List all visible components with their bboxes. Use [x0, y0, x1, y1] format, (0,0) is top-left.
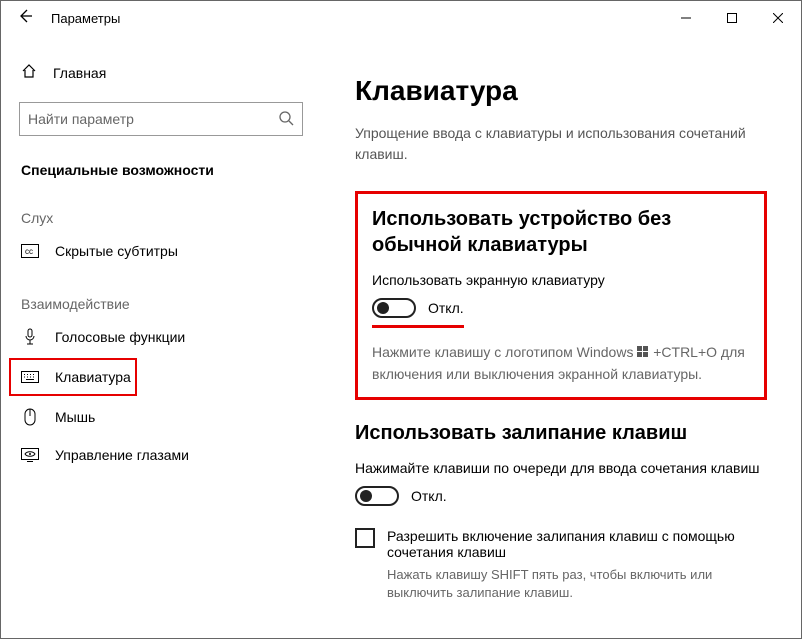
microphone-icon	[21, 328, 39, 346]
titlebar: Параметры	[1, 1, 801, 35]
content-area: Клавиатура Упрощение ввода с клавиатуры …	[321, 35, 801, 638]
nav-home-label: Главная	[53, 65, 106, 81]
captions-icon: cc	[21, 242, 39, 260]
osk-hint: Нажмите клавишу с логотипом Windows +CTR…	[372, 342, 750, 385]
nav-home[interactable]: Главная	[1, 55, 321, 90]
sidebar-item-label: Мышь	[55, 409, 95, 425]
sticky-heading: Использовать залипание клавиш	[355, 420, 767, 446]
sidebar-item-keyboard[interactable]: Клавиатура	[11, 360, 135, 394]
maximize-button[interactable]	[709, 1, 755, 35]
close-button[interactable]	[755, 1, 801, 35]
sidebar-item-speech[interactable]: Голосовые функции	[1, 318, 321, 356]
osk-toggle[interactable]	[372, 298, 416, 318]
svg-text:cc: cc	[25, 247, 33, 256]
osk-heading: Использовать устройство без обычной клав…	[372, 206, 750, 258]
sidebar-item-eye-control[interactable]: Управление глазами	[1, 436, 321, 474]
sidebar-item-label: Управление глазами	[55, 447, 189, 463]
search-placeholder: Найти параметр	[28, 111, 134, 127]
sticky-toggle-state: Откл.	[411, 488, 447, 504]
sticky-checkbox-label: Разрешить включение залипания клавиш с п…	[387, 528, 767, 560]
sidebar-item-label: Клавиатура	[55, 369, 131, 385]
sticky-shortcut-checkbox[interactable]	[355, 528, 375, 548]
search-input[interactable]: Найти параметр	[19, 102, 303, 136]
sticky-toggle[interactable]	[355, 486, 399, 506]
search-icon	[278, 110, 294, 129]
home-icon	[21, 63, 37, 82]
window-title: Параметры	[51, 11, 120, 26]
group-hearing: Слух	[1, 184, 321, 232]
sticky-toggle-label: Нажимайте клавиши по очереди для ввода с…	[355, 460, 767, 476]
osk-toggle-state: Откл.	[428, 300, 464, 316]
sidebar-item-label: Скрытые субтитры	[55, 243, 178, 259]
eye-control-icon	[21, 446, 39, 464]
osk-section-highlight: Использовать устройство без обычной клав…	[355, 191, 767, 400]
mouse-icon	[21, 408, 39, 426]
page-title: Клавиатура	[355, 75, 767, 107]
sidebar-item-label: Голосовые функции	[55, 329, 185, 345]
minimize-button[interactable]	[663, 1, 709, 35]
windows-logo-icon	[637, 343, 649, 364]
sidebar-item-mouse[interactable]: Мышь	[1, 398, 321, 436]
back-button[interactable]	[17, 8, 33, 29]
group-interaction: Взаимодействие	[1, 270, 321, 318]
osk-toggle-label: Использовать экранную клавиатуру	[372, 272, 750, 288]
sidebar-section-header: Специальные возможности	[1, 154, 321, 184]
sticky-hint: Нажать клавишу SHIFT пять раз, чтобы вкл…	[387, 566, 767, 602]
sidebar: Главная Найти параметр Специальные возмо…	[1, 35, 321, 638]
page-subtitle: Упрощение ввода с клавиатуры и использов…	[355, 123, 767, 165]
keyboard-icon	[21, 368, 39, 386]
sidebar-item-captions[interactable]: cc Скрытые субтитры	[1, 232, 321, 270]
